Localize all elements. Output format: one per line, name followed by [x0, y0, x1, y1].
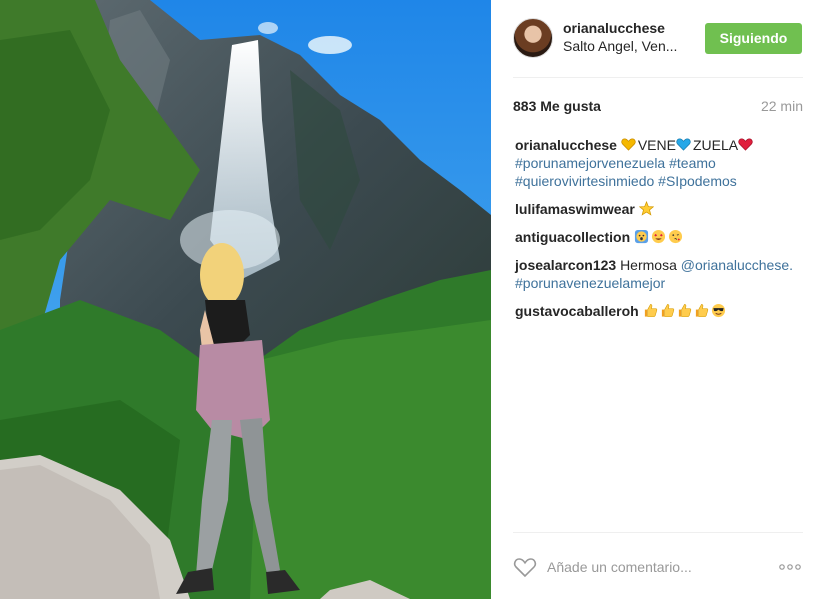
comment-username[interactable]: josealarcon123 [515, 257, 616, 273]
comment-mention[interactable]: @orianalucchese. [681, 257, 793, 273]
thumbs-up-icon [661, 304, 674, 317]
add-comment-bar [513, 556, 803, 578]
post-photo[interactable] [0, 0, 491, 599]
comment-item: gustavocaballeroh [515, 302, 805, 320]
comment-hashtag[interactable]: #porunavenezuelamejor [515, 274, 805, 292]
comment-username[interactable]: lulifamaswimwear [515, 201, 635, 217]
thumbs-up-icon [695, 304, 708, 317]
footer-divider [513, 532, 803, 533]
heart-icon[interactable] [513, 556, 537, 578]
following-button[interactable]: Siguiendo [705, 23, 802, 54]
caption-username[interactable]: orianalucchese [515, 137, 617, 153]
likes-count[interactable]: 883 Me gusta [513, 98, 601, 114]
post-location[interactable]: Salto Angel, Ven... [563, 38, 677, 54]
comment-item: josealarcon123 Hermosa @orianalucchese. … [515, 256, 805, 292]
comment-input[interactable] [547, 556, 767, 578]
post-header: orianalucchese Salto Angel, Ven... Sigui… [491, 0, 825, 78]
caption-hashtags-2[interactable]: #quierovivirtesinmiedo #SIpodemos [515, 172, 805, 190]
avatar[interactable] [513, 18, 553, 58]
yellow-heart-icon [621, 138, 636, 151]
comment-username[interactable]: antiguacollection [515, 229, 630, 245]
screaming-face-icon [634, 229, 649, 244]
kissing-face-icon [668, 229, 683, 244]
sunglasses-face-icon [711, 303, 725, 318]
more-options-icon[interactable] [777, 562, 803, 572]
caption-hashtags-1[interactable]: #porunamejorvenezuela #teamo [515, 154, 805, 172]
comment-list: orianalucchese VENE ZUELA #porunamejorven… [515, 136, 805, 330]
thumbs-up-icon [644, 304, 657, 317]
post-username[interactable]: orianalucchese [563, 20, 665, 36]
caption: orianalucchese VENE ZUELA #porunamejorven… [515, 136, 805, 190]
heart-eyes-icon [651, 229, 666, 244]
comment-text: Hermosa [620, 257, 677, 273]
thumbs-up-icon [678, 304, 691, 317]
comment-item: antiguacollection [515, 228, 805, 246]
post-sidebar: orianalucchese Salto Angel, Ven... Sigui… [491, 0, 825, 599]
blue-heart-icon [676, 138, 691, 151]
caption-text-zuela: ZUELA [692, 137, 739, 153]
header-divider [513, 77, 803, 78]
waterfall-landscape-image [0, 0, 491, 599]
star-icon [638, 201, 654, 216]
red-heart-icon [738, 138, 753, 151]
caption-text-vene: VENE [637, 137, 676, 153]
comment-item: lulifamaswimwear [515, 200, 805, 218]
post-time[interactable]: 22 min [761, 98, 803, 114]
comment-username[interactable]: gustavocaballeroh [515, 303, 639, 319]
post-meta: 883 Me gusta 22 min [513, 98, 803, 118]
